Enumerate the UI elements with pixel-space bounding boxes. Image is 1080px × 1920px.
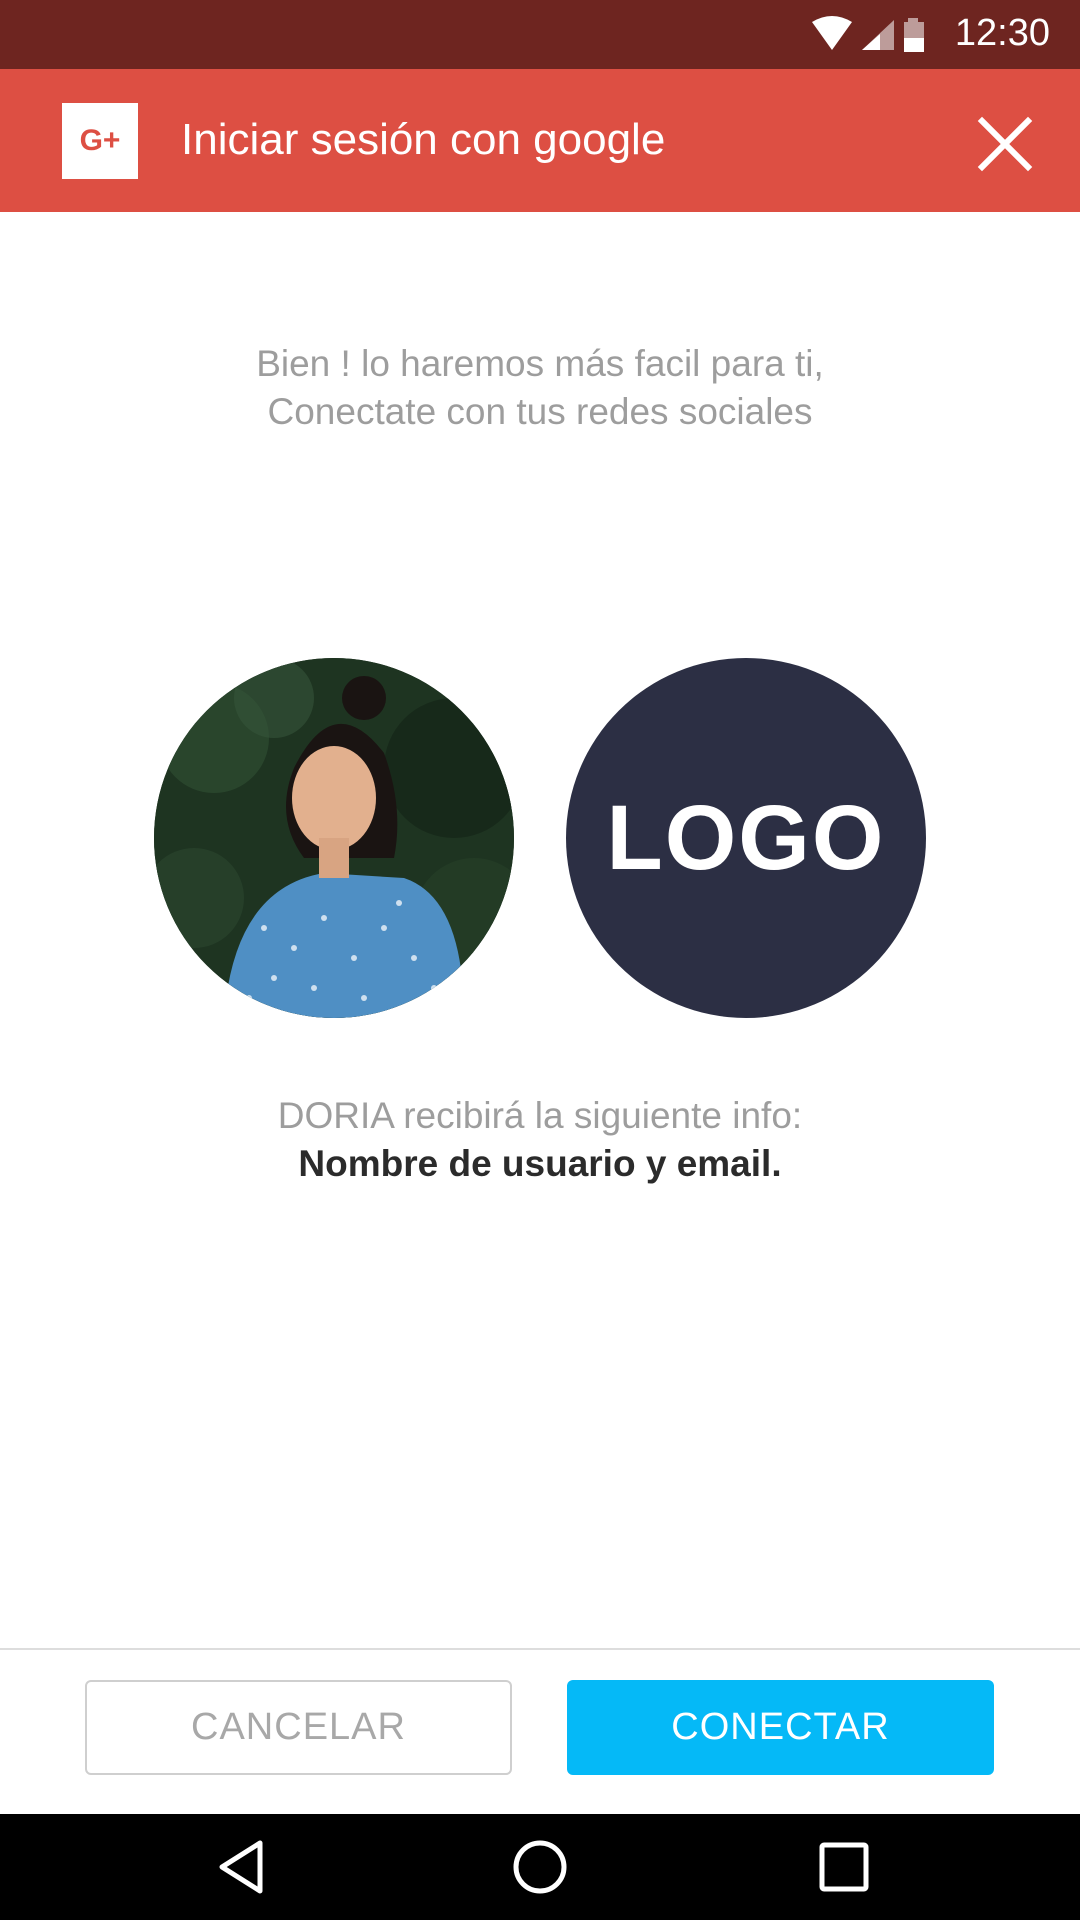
permission-info: DORIA recibirá la siguiente info: Nombre… [0, 1092, 1080, 1188]
intro-line-1: Bien ! lo haremos más facil para ti, [256, 343, 824, 384]
info-line-2: Nombre de usuario y email. [298, 1143, 782, 1184]
user-avatar [154, 658, 514, 1018]
status-time: 12:30 [954, 12, 1050, 54]
intro-line-2: Conectate con tus redes sociales [267, 391, 813, 432]
battery-icon [904, 18, 924, 52]
recents-button[interactable] [814, 1837, 874, 1897]
app-bar: G+ Iniciar sesión con google [0, 69, 1080, 212]
home-button[interactable] [510, 1837, 570, 1897]
app-logo: LOGO [566, 658, 926, 1018]
status-icons [810, 16, 930, 54]
info-line-1: DORIA recibirá la siguiente info: [277, 1095, 803, 1136]
recents-icon [819, 1842, 869, 1892]
divider [0, 1648, 1080, 1650]
close-button[interactable] [970, 109, 1040, 179]
intro-text: Bien ! lo haremos más facil para ti, Con… [0, 340, 1080, 436]
back-icon [219, 1840, 263, 1894]
close-icon [977, 116, 1033, 172]
connect-button[interactable]: CONECTAR [567, 1680, 994, 1775]
cancel-button[interactable]: CANCELAR [85, 1680, 512, 1775]
google-plus-icon: G+ [62, 103, 138, 179]
wifi-icon [812, 16, 852, 50]
status-bar: 12:30 [0, 0, 1080, 69]
navigation-bar [0, 1814, 1080, 1920]
signal-icon [862, 20, 894, 50]
back-button[interactable] [212, 1837, 272, 1897]
home-icon [513, 1840, 567, 1894]
page-title: Iniciar sesión con google [181, 115, 666, 164]
